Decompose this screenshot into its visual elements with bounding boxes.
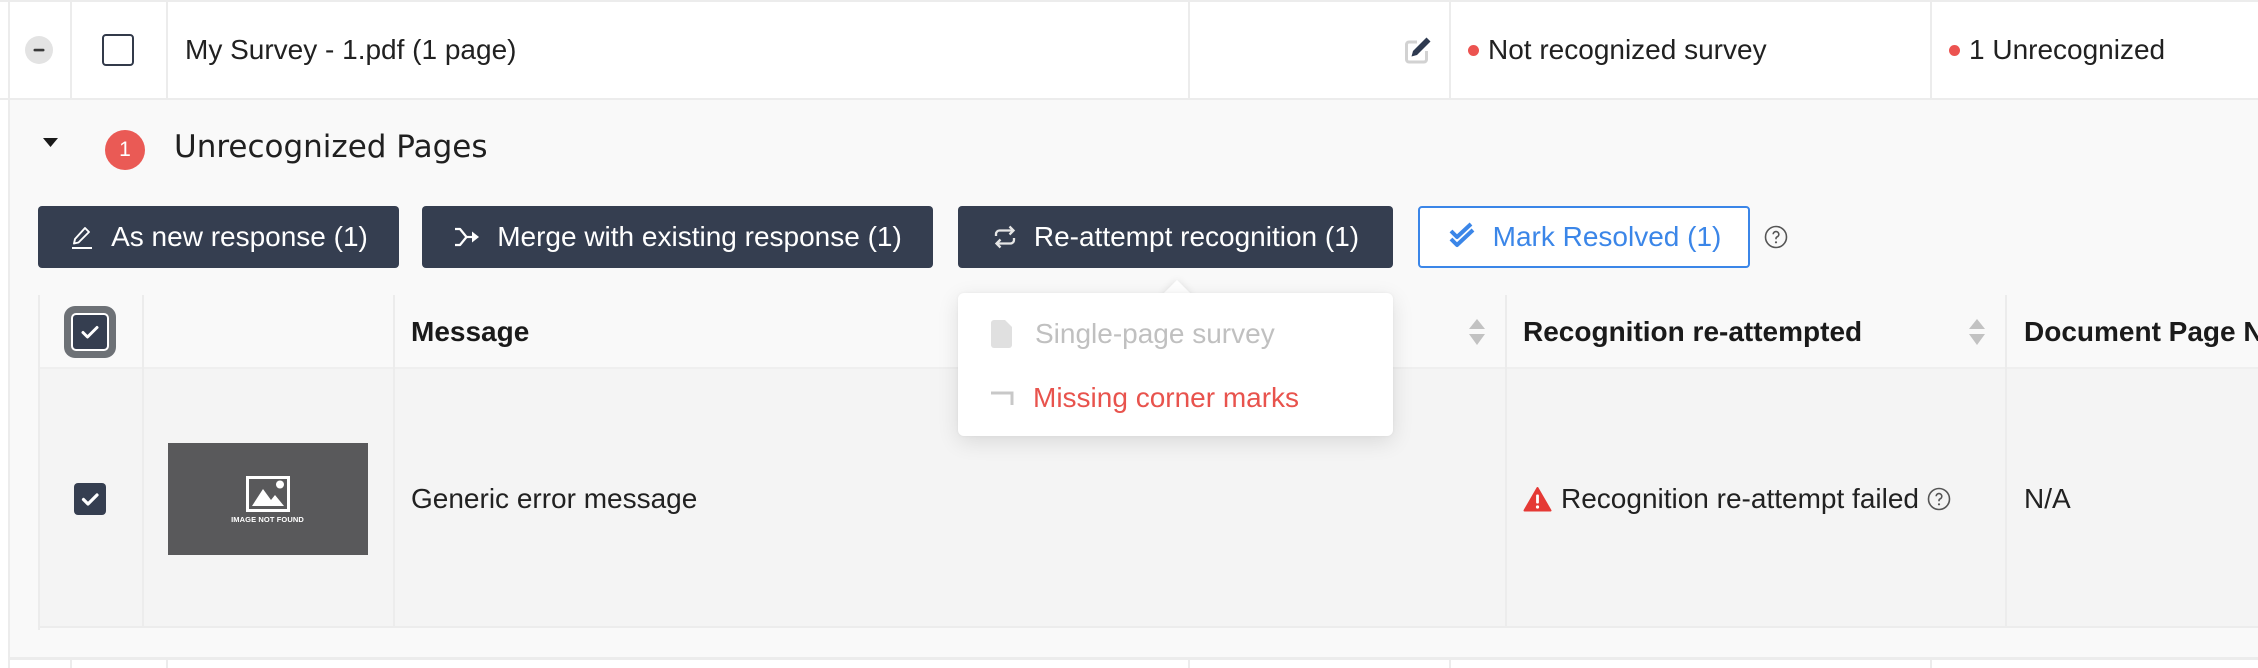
header-thumbnail — [142, 295, 393, 369]
reattempt-dropdown-menu: Single-page survey Missing corner marks — [958, 293, 1393, 436]
column-divider — [8, 660, 10, 668]
header-document-page-label: Document Page N — [2024, 316, 2258, 347]
reattempt-recognition-button[interactable]: Re-attempt recognition (1) — [958, 206, 1393, 268]
filename: My Survey - 1.pdf (1 page) — [185, 34, 517, 65]
merge-existing-response-label: Merge with existing response (1) — [497, 221, 902, 252]
as-new-response-button[interactable]: As new response (1) — [38, 206, 399, 268]
dropdown-item-missing-corner-marks[interactable]: Missing corner marks — [958, 370, 1393, 426]
next-file-row — [0, 660, 2258, 668]
merge-arrow-icon — [455, 227, 480, 247]
mark-resolved-label: Mark Resolved (1) — [1492, 221, 1722, 252]
section-title: Unrecognized Pages — [174, 129, 488, 165]
filename-cell: My Survey - 1.pdf (1 page) — [166, 0, 1188, 100]
dropdown-item-label: Single-page survey — [1035, 318, 1275, 349]
caret-down-icon[interactable] — [43, 138, 58, 147]
row-thumbnail-cell: IMAGE NOT FOUND — [142, 369, 393, 628]
document-icon — [991, 320, 1012, 348]
header-recognition-reattempted[interactable]: Recognition re-attempted — [1505, 295, 2005, 369]
pencil-underline-icon — [72, 227, 93, 249]
image-not-found-text: IMAGE NOT FOUND — [231, 514, 304, 524]
dropdown-item-single-page-survey: Single-page survey — [958, 306, 1393, 362]
status-cell: Not recognized survey — [1449, 0, 1930, 100]
file-select-checkbox[interactable] — [102, 34, 134, 66]
merge-existing-response-button[interactable]: Merge with existing response (1) — [422, 206, 933, 268]
header-document-page: Document Page N — [2005, 295, 2258, 369]
reattempt-recognition-label: Re-attempt recognition (1) — [1033, 221, 1360, 252]
select-all-cell — [38, 295, 142, 369]
page-thumbnail: IMAGE NOT FOUND — [167, 442, 368, 555]
repeat-icon — [994, 225, 1016, 249]
count-badge: 1 — [105, 130, 145, 170]
as-new-response-label: As new response (1) — [111, 221, 368, 252]
select-cell — [70, 0, 166, 100]
double-check-icon — [1449, 222, 1474, 247]
collapse-cell — [8, 0, 70, 100]
column-divider — [70, 660, 72, 668]
dropdown-item-label: Missing corner marks — [1033, 382, 1300, 413]
count-badge-value: 1 — [119, 138, 131, 161]
question-circle-icon[interactable] — [1927, 487, 1951, 511]
minus-circle-icon[interactable] — [25, 36, 53, 64]
check-icon — [81, 492, 99, 506]
mark-resolved-button[interactable]: Mark Resolved (1) — [1418, 206, 1750, 268]
summary-text: 1 Unrecognized — [1969, 34, 2166, 65]
column-divider — [1449, 660, 1451, 668]
warning-icon — [1523, 486, 1552, 511]
file-row: My Survey - 1.pdf (1 page) Not recognize… — [0, 0, 2258, 100]
edit-cell — [1188, 0, 1449, 100]
check-icon — [81, 326, 99, 339]
summary-dot — [1949, 44, 1960, 56]
header-recognition-label: Recognition re-attempted — [1523, 316, 1863, 347]
column-divider — [166, 660, 168, 668]
edit-icon[interactable] — [1403, 35, 1433, 65]
column-divider — [1188, 660, 1190, 668]
row-checkbox[interactable] — [74, 482, 106, 515]
header-message-label: Message — [411, 316, 530, 347]
row-page-cell: N/A — [2005, 369, 2258, 628]
sort-icon[interactable] — [1969, 318, 1985, 346]
question-circle-icon[interactable] — [1764, 225, 1788, 249]
image-placeholder-icon — [245, 475, 290, 512]
row-page-number: N/A — [2024, 482, 2071, 514]
corner-mark-icon — [991, 391, 1014, 405]
row-message: Generic error message — [411, 482, 698, 514]
select-all-checkbox[interactable] — [64, 306, 116, 358]
column-divider — [1930, 660, 1932, 668]
status-text: Not recognized survey — [1488, 34, 1767, 65]
sort-icon[interactable] — [1469, 318, 1485, 346]
summary-cell: 1 Unrecognized — [1930, 0, 2258, 100]
row-select-cell — [38, 369, 142, 628]
status-dot — [1468, 44, 1479, 56]
row-recognition-cell: Recognition re-attempt failed — [1505, 369, 2005, 628]
row-recognition-status: Recognition re-attempt failed — [1561, 482, 1919, 514]
